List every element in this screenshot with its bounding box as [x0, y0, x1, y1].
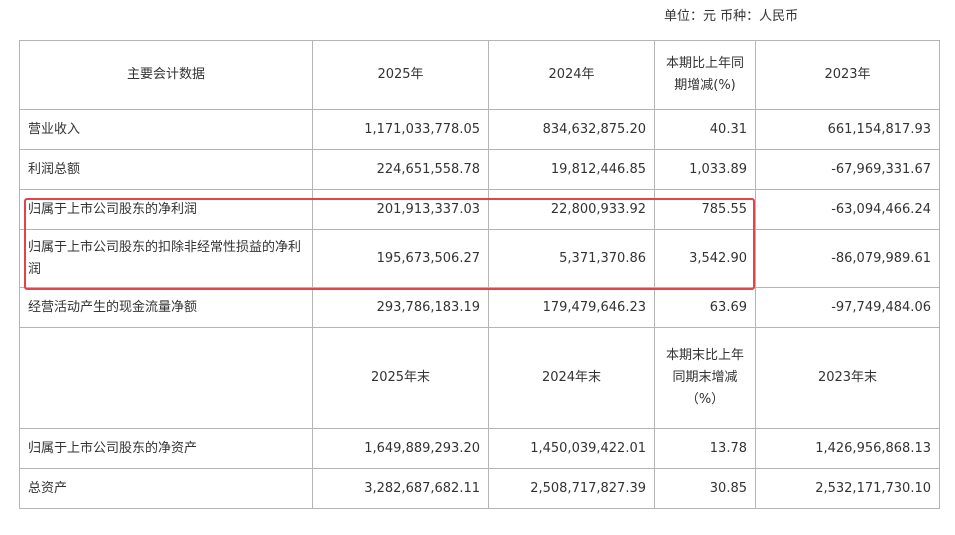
row-label: 营业收入	[19, 109, 313, 150]
cell-2024: 1,450,039,422.01	[488, 428, 655, 469]
subheader-2023-end: 2023年末	[755, 327, 940, 429]
header-change: 本期比上年同期增减(%)	[654, 40, 756, 110]
table-row: 营业收入 1,171,033,778.05 834,632,875.20 40.…	[19, 109, 940, 150]
cell-2024: 22,800,933.92	[488, 189, 655, 230]
subheader-change: 本期末比上年同期末增减（%）	[654, 327, 756, 429]
cell-2023: -67,969,331.67	[755, 149, 940, 190]
header-2024: 2024年	[488, 40, 655, 110]
cell-2025: 3,282,687,682.11	[312, 468, 489, 509]
table-row: 归属于上市公司股东的扣除非经常性损益的净利润 195,673,506.27 5,…	[19, 229, 940, 288]
cell-change: 63.69	[654, 287, 756, 328]
row-label: 经营活动产生的现金流量净额	[19, 287, 313, 328]
cell-2024: 2,508,717,827.39	[488, 468, 655, 509]
subheader-2025-end: 2025年末	[312, 327, 489, 429]
financial-data-table: 主要会计数据 2025年 2024年 本期比上年同期增减(%) 2023年 营业…	[19, 40, 940, 509]
cell-2025: 1,649,889,293.20	[312, 428, 489, 469]
cell-2023: -97,749,484.06	[755, 287, 940, 328]
subheader-empty	[19, 327, 313, 429]
cell-2023: 1,426,956,868.13	[755, 428, 940, 469]
cell-2024: 5,371,370.86	[488, 229, 655, 288]
cell-change: 785.55	[654, 189, 756, 230]
cell-2024: 19,812,446.85	[488, 149, 655, 190]
row-label: 总资产	[19, 468, 313, 509]
cell-2025: 1,171,033,778.05	[312, 109, 489, 150]
cell-change: 3,542.90	[654, 229, 756, 288]
row-label: 归属于上市公司股东的净资产	[19, 428, 313, 469]
cell-change: 1,033.89	[654, 149, 756, 190]
cell-2024: 834,632,875.20	[488, 109, 655, 150]
cell-change: 40.31	[654, 109, 756, 150]
cell-2025: 201,913,337.03	[312, 189, 489, 230]
header-2023: 2023年	[755, 40, 940, 110]
table-row: 归属于上市公司股东的净利润 201,913,337.03 22,800,933.…	[19, 189, 940, 230]
row-label: 利润总额	[19, 149, 313, 190]
cell-2023: 2,532,171,730.10	[755, 468, 940, 509]
table-header-row: 主要会计数据 2025年 2024年 本期比上年同期增减(%) 2023年	[19, 40, 940, 110]
table-row: 经营活动产生的现金流量净额 293,786,183.19 179,479,646…	[19, 287, 940, 328]
cell-2024: 179,479,646.23	[488, 287, 655, 328]
header-main-data: 主要会计数据	[19, 40, 313, 110]
cell-change: 13.78	[654, 428, 756, 469]
table-row: 总资产 3,282,687,682.11 2,508,717,827.39 30…	[19, 468, 940, 509]
table-row: 归属于上市公司股东的净资产 1,649,889,293.20 1,450,039…	[19, 428, 940, 469]
cell-2023: -86,079,989.61	[755, 229, 940, 288]
cell-2025: 293,786,183.19	[312, 287, 489, 328]
table-row: 利润总额 224,651,558.78 19,812,446.85 1,033.…	[19, 149, 940, 190]
row-label: 归属于上市公司股东的净利润	[19, 189, 313, 230]
cell-2025: 224,651,558.78	[312, 149, 489, 190]
currency-unit-note: 单位：元 币种：人民币	[664, 9, 799, 24]
cell-change: 30.85	[654, 468, 756, 509]
cell-2023: 661,154,817.93	[755, 109, 940, 150]
cell-2025: 195,673,506.27	[312, 229, 489, 288]
cell-2023: -63,094,466.24	[755, 189, 940, 230]
row-label: 归属于上市公司股东的扣除非经常性损益的净利润	[19, 229, 313, 288]
subheader-2024-end: 2024年末	[488, 327, 655, 429]
table-subheader-row: 2025年末 2024年末 本期末比上年同期末增减（%） 2023年末	[19, 327, 940, 429]
header-2025: 2025年	[312, 40, 489, 110]
